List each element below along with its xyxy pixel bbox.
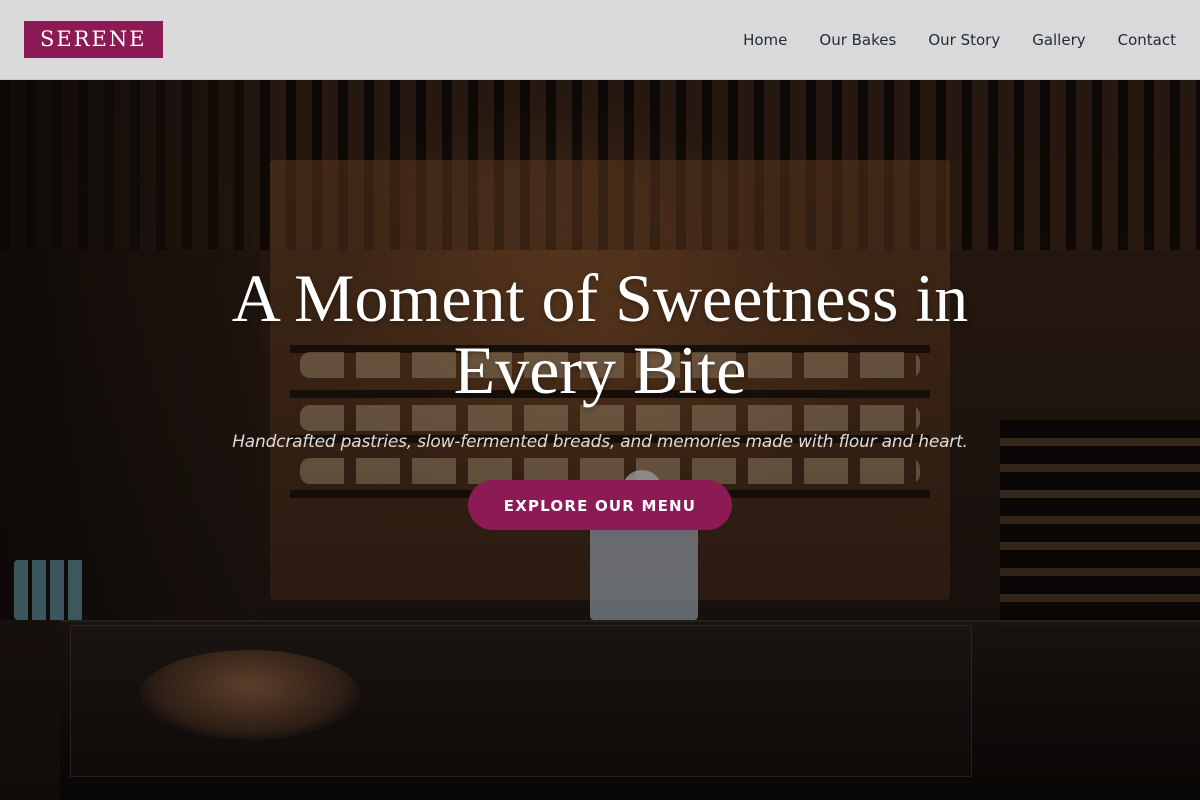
explore-menu-button[interactable]: EXPLORE OUR MENU — [468, 480, 732, 530]
hero-subtitle: Handcrafted pastries, slow-fermented bre… — [232, 432, 968, 452]
logo[interactable]: SERENE — [24, 21, 163, 58]
nav-links: Home Our Bakes Our Story Gallery Contact — [711, 31, 1176, 49]
nav-link-our-bakes[interactable]: Our Bakes — [819, 31, 896, 49]
nav-link-gallery[interactable]: Gallery — [1032, 31, 1085, 49]
nav-link-contact[interactable]: Contact — [1118, 31, 1176, 49]
hero-section: A Moment of Sweetness in Every Bite Hand… — [0, 262, 1200, 530]
hero-title: A Moment of Sweetness in Every Bite — [231, 260, 969, 408]
nav-link-home[interactable]: Home — [743, 31, 787, 49]
navbar: SERENE Home Our Bakes Our Story Gallery … — [0, 0, 1200, 80]
page: SERENE Home Our Bakes Our Story Gallery … — [0, 0, 1200, 800]
nav-link-our-story[interactable]: Our Story — [928, 31, 1000, 49]
